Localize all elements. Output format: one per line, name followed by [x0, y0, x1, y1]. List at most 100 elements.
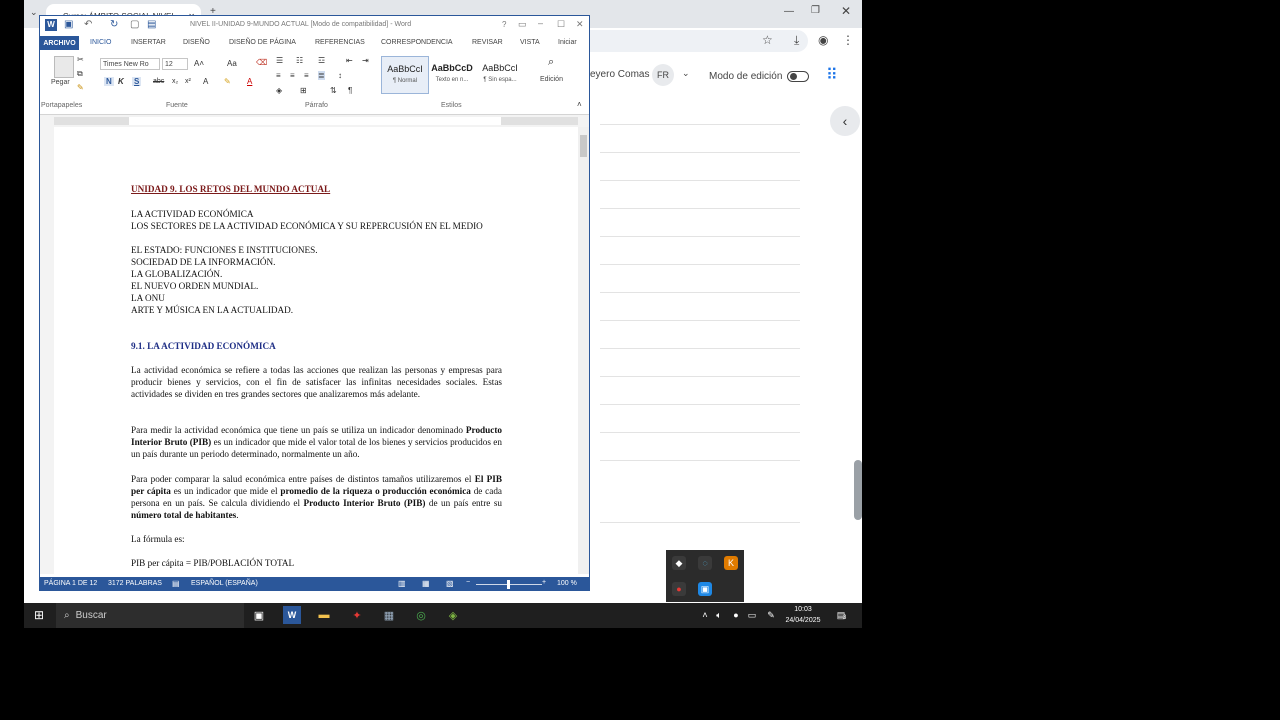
collapse-ribbon-icon[interactable]: ˄	[577, 100, 582, 109]
grow-font-icon[interactable]: A˄	[194, 59, 204, 68]
tray-app-icon[interactable]: ◆	[672, 556, 686, 570]
style-no-spacing[interactable]: AaBbCcI ¶ Sin espa...	[477, 56, 523, 92]
tab-vista[interactable]: VISTA	[520, 39, 540, 46]
paste-button[interactable]: Pegar	[51, 79, 70, 86]
strikethrough-icon[interactable]: abc	[153, 78, 164, 85]
file-explorer-icon[interactable]: ▬	[315, 606, 333, 624]
ribbon-display-icon[interactable]: ▭	[518, 19, 527, 30]
word-count[interactable]: 3172 PALABRAS	[108, 580, 162, 587]
font-size-select[interactable]: 12	[162, 58, 188, 70]
download-icon[interactable]: ⤓	[794, 33, 799, 48]
bold-button[interactable]: N	[104, 77, 114, 86]
address-bar[interactable]	[590, 30, 808, 52]
borders-icon[interactable]: ⊞	[300, 86, 307, 95]
tray-app-icon[interactable]: K	[724, 556, 738, 570]
zoom-slider[interactable]	[476, 580, 542, 589]
text-effects-icon[interactable]: A	[203, 77, 208, 86]
clear-format-icon[interactable]: ⌫	[256, 58, 267, 67]
new-doc-icon[interactable]: ▢	[130, 19, 139, 30]
profile-icon[interactable]: ◉	[818, 33, 828, 47]
cut-icon[interactable]: ✂	[77, 55, 84, 64]
tab-revisar[interactable]: REVISAR	[472, 39, 503, 46]
tab-diseno[interactable]: DISEÑO	[183, 39, 210, 46]
style-normal[interactable]: AaBbCcI ¶ Normal	[381, 56, 429, 94]
tray-app-icon[interactable]: ◌	[698, 556, 712, 570]
page-count[interactable]: PÁGINA 1 DE 12	[44, 580, 97, 587]
browser-scrollbar[interactable]	[854, 460, 862, 520]
tab-list-icon[interactable]: ⌄	[30, 7, 38, 18]
zoom-level[interactable]: 100 %	[557, 580, 577, 587]
multilevel-list-icon[interactable]: ☲	[318, 56, 325, 65]
read-mode-icon[interactable]: ▥	[398, 579, 406, 588]
network-icon[interactable]: ▭	[743, 606, 761, 624]
sort-icon[interactable]: ⇅	[330, 86, 337, 95]
subscript-icon[interactable]: x₂	[172, 78, 178, 85]
chevron-down-icon[interactable]: ⌄	[682, 68, 690, 79]
style-emphasis[interactable]: AaBbCcD Texto en n...	[429, 56, 475, 92]
tab-archivo[interactable]: ARCHIVO	[40, 36, 79, 50]
calculator-icon[interactable]: ▦	[380, 606, 398, 624]
copy-icon[interactable]: ⧉	[77, 69, 83, 79]
language-status[interactable]: ESPAÑOL (ESPAÑA)	[191, 580, 258, 587]
edit-group-button[interactable]: Edición	[540, 76, 563, 83]
side-panel-chevron-left-icon[interactable]: ‹	[830, 106, 860, 136]
web-layout-icon[interactable]: ▧	[446, 579, 454, 588]
help-icon[interactable]: ?	[502, 20, 506, 29]
bookmark-star-icon[interactable]: ☆	[762, 33, 773, 47]
bullets-icon[interactable]: ☰	[276, 56, 283, 65]
font-name-select[interactable]: Times New Ro	[100, 58, 160, 70]
task-view-icon[interactable]: ▣	[250, 606, 268, 624]
font-color-icon[interactable]: A	[247, 77, 252, 86]
zoom-out-icon[interactable]: −	[466, 579, 470, 586]
tab-diseno-pagina[interactable]: DISEÑO DE PÁGINA	[229, 39, 296, 46]
close-word-icon[interactable]: ✕	[576, 19, 584, 30]
paste-icon[interactable]	[54, 56, 74, 78]
language-badge[interactable]: FR	[652, 64, 674, 86]
document-scrollbar[interactable]	[578, 127, 589, 574]
chrome-menu-icon[interactable]: ⋮	[842, 33, 854, 47]
vertical-ruler[interactable]	[40, 127, 54, 574]
tray-app-icon[interactable]: ▣	[698, 582, 712, 596]
save-icon[interactable]: ▣	[64, 19, 73, 30]
shading-icon[interactable]: ◈	[276, 86, 282, 95]
undo-icon[interactable]: ↶	[84, 19, 92, 30]
italic-button[interactable]: K	[118, 77, 124, 86]
pen-icon[interactable]: ✎	[762, 606, 780, 624]
print-layout-icon[interactable]: ▦	[422, 579, 430, 588]
zoom-slider-thumb[interactable]	[507, 580, 510, 589]
tab-insertar[interactable]: INSERTAR	[131, 39, 166, 46]
change-case-icon[interactable]: Aa	[227, 59, 237, 68]
justify-icon[interactable]: ≣	[318, 71, 325, 80]
tab-referencias[interactable]: REFERENCIAS	[315, 39, 365, 46]
superscript-icon[interactable]: x²	[185, 78, 191, 85]
restore-browser-icon[interactable]: ❐	[811, 5, 820, 16]
scrollbar-thumb[interactable]	[580, 135, 587, 157]
minimize-browser-icon[interactable]: —	[784, 6, 794, 17]
highlight-icon[interactable]: ✎	[224, 77, 231, 86]
volume-icon[interactable]: 🔈︎	[710, 606, 728, 624]
tab-inicio[interactable]: INICIO	[90, 39, 111, 46]
align-left-icon[interactable]: ≡	[276, 71, 281, 80]
document-page[interactable]: UNIDAD 9. LOS RETOS DEL MUNDO ACTUAL LA …	[54, 127, 578, 574]
show-marks-icon[interactable]: ¶	[348, 86, 352, 95]
notifications-icon[interactable]: ▤	[832, 606, 850, 624]
align-center-icon[interactable]: ≡	[290, 71, 295, 80]
word-taskbar-icon[interactable]: W	[283, 606, 301, 624]
chrome-taskbar-icon[interactable]: ◎	[412, 606, 430, 624]
app-taskbar-icon[interactable]: ◈	[444, 606, 462, 624]
tray-app-icon[interactable]: ●	[672, 582, 686, 596]
proofing-icon[interactable]: ▤	[172, 579, 180, 588]
minimize-word-icon[interactable]: –	[538, 18, 543, 28]
close-browser-icon[interactable]: ✕	[841, 4, 851, 18]
decrease-indent-icon[interactable]: ⇤	[346, 56, 353, 65]
start-icon[interactable]: ⊞	[30, 606, 48, 624]
align-right-icon[interactable]: ≡	[304, 71, 309, 80]
zoom-in-icon[interactable]: +	[542, 579, 546, 586]
taskbar-search[interactable]: ⌕ Buscar	[56, 603, 244, 628]
signin-link[interactable]: Iniciar	[558, 39, 577, 46]
numbering-icon[interactable]: ☷	[296, 56, 303, 65]
redo-icon[interactable]: ↻	[110, 19, 118, 30]
taskbar-clock[interactable]: 10:03 24/04/2025	[780, 604, 826, 626]
increase-indent-icon[interactable]: ⇥	[362, 56, 369, 65]
underline-button[interactable]: S	[132, 77, 142, 86]
